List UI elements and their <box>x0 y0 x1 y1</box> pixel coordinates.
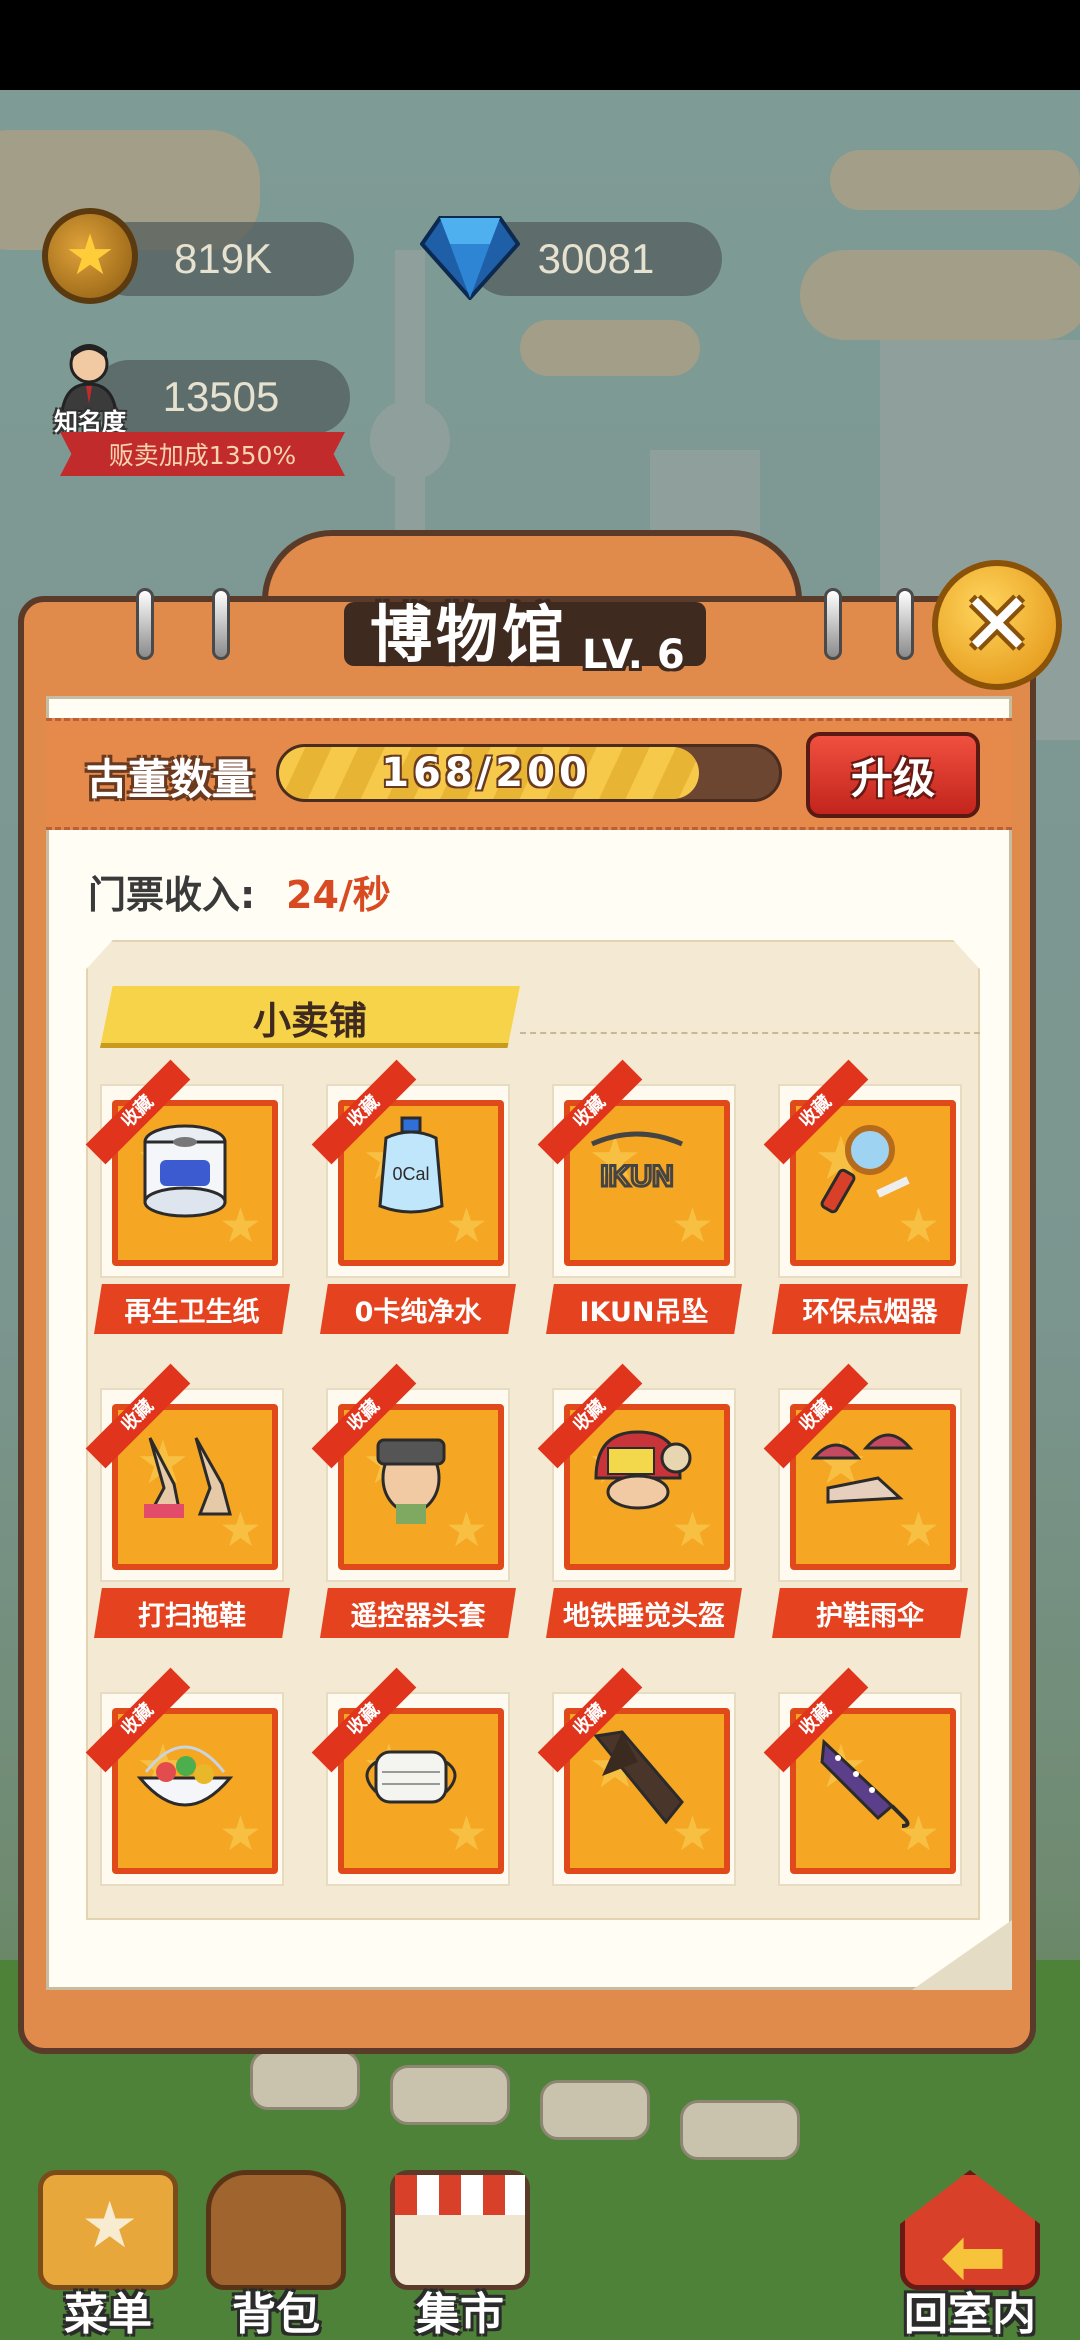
backpack-icon <box>206 2170 346 2290</box>
tie-icon <box>582 1722 692 1832</box>
item-card: 收藏IKUN <box>537 1059 736 1278</box>
path-stone <box>540 2080 650 2140</box>
toilet-paper-icon <box>130 1114 240 1224</box>
cloud <box>800 250 1080 340</box>
item-card: 收藏 <box>763 1059 962 1278</box>
candy-bowl-icon <box>130 1722 240 1832</box>
coin-amount: 819K <box>173 235 273 282</box>
binder-ring <box>136 588 154 660</box>
sales-bonus-ribbon: 贩卖加成1350% <box>60 432 345 476</box>
close-icon: ✕ <box>960 575 1034 675</box>
collection-item[interactable]: 收藏地铁睡觉头盔 <box>537 1363 742 1638</box>
nav-backpack-button[interactable]: 背包 <box>196 2170 356 2340</box>
collection-item[interactable]: 收藏 <box>537 1667 736 1932</box>
water-bottle-icon: 0Cal <box>356 1114 466 1224</box>
dotted-umbrella-icon <box>808 1722 918 1832</box>
binder-ring <box>824 588 842 660</box>
collection-item[interactable]: 收藏再生卫生纸 <box>85 1059 290 1334</box>
item-card: 收藏 <box>311 1667 510 1886</box>
item-name: 打扫拖鞋 <box>94 1588 290 1638</box>
fame-avatar-icon <box>60 344 118 412</box>
mop-slippers-icon <box>130 1418 240 1528</box>
sales-bonus-text: 贩卖加成1350% <box>108 441 297 470</box>
nav-go-indoor-label: 回室内 <box>904 2289 1036 2340</box>
item-name: IKUN吊坠 <box>546 1284 742 1334</box>
status-bar <box>0 0 1080 90</box>
face-mask-icon <box>356 1722 466 1832</box>
cloud <box>520 320 700 376</box>
item-card: 收藏 <box>85 1667 284 1886</box>
star-icon: ★ <box>64 223 116 288</box>
fame-amount: 13505 <box>162 373 280 420</box>
item-name: 环保点烟器 <box>772 1284 968 1334</box>
collection-item[interactable]: 收藏环保点烟器 <box>763 1059 968 1334</box>
divider <box>520 1032 980 1034</box>
panel-level: LV. 6 <box>582 632 685 678</box>
collection-item[interactable]: 收藏遥控器头套 <box>311 1363 516 1638</box>
cloud <box>830 150 1080 210</box>
collection-item[interactable]: 收藏IKUN IKUN吊坠 <box>537 1059 742 1334</box>
item-card: 收藏 <box>537 1667 736 1886</box>
path-stone <box>390 2065 510 2125</box>
ticket-income-label: 门票收入: <box>88 873 256 917</box>
fame-label: 知名度 <box>54 408 126 436</box>
panel-title: 博物馆 <box>370 598 569 671</box>
svg-text:0Cal: 0Cal <box>392 1164 429 1184</box>
item-name: 护鞋雨伞 <box>772 1588 968 1638</box>
antique-progress-text: 168/200 <box>381 750 591 796</box>
subway-sleep-helmet-icon <box>582 1418 692 1528</box>
collection-item[interactable]: 收藏 <box>763 1667 962 1932</box>
path-stone <box>680 2100 800 2160</box>
binder-ring <box>212 588 230 660</box>
remote-headgear-icon <box>356 1418 466 1528</box>
collection-item[interactable]: 收藏护鞋雨伞 <box>763 1363 968 1638</box>
item-card: 收藏 <box>85 1363 284 1582</box>
nav-menu-button[interactable]: ★ 菜单 <box>28 2170 188 2340</box>
collection-item[interactable]: 收藏0Cal 0卡纯净水 <box>311 1059 516 1334</box>
collection-item[interactable]: 收藏 <box>85 1667 284 1932</box>
collection-item[interactable]: 收藏打扫拖鞋 <box>85 1363 290 1638</box>
tv-tower-ball <box>370 400 450 480</box>
antique-count-label: 古董数量 <box>86 755 255 804</box>
fame-counter: 13505 <box>92 360 350 434</box>
nav-go-indoor-button[interactable]: ⬅ 回室内 <box>880 2170 1060 2340</box>
svg-text:IKUN: IKUN <box>600 1160 673 1193</box>
magnifier-lighter-icon <box>808 1114 918 1224</box>
diamond-amount: 30081 <box>537 235 655 282</box>
upgrade-button[interactable]: 升级 <box>806 732 980 818</box>
item-card: 收藏 <box>311 1363 510 1582</box>
item-name: 遥控器头套 <box>320 1588 516 1638</box>
ticket-income-value: 24/秒 <box>286 873 391 917</box>
upgrade-label: 升级 <box>850 753 935 803</box>
collection-item[interactable]: 收藏 <box>311 1667 510 1932</box>
close-button[interactable]: ✕ <box>932 560 1062 690</box>
item-card: 收藏0Cal <box>311 1059 510 1278</box>
coin-icon: ★ <box>42 208 138 304</box>
menu-book-icon: ★ <box>38 2170 178 2290</box>
item-card: 收藏 <box>763 1667 962 1886</box>
item-name: 0卡纯净水 <box>320 1284 516 1334</box>
nav-market-button[interactable]: 集市 <box>380 2170 540 2340</box>
item-card: 收藏 <box>85 1059 284 1278</box>
path-stone <box>250 2050 360 2110</box>
section-title: 小卖铺 <box>252 999 367 1043</box>
shoe-umbrella-icon <box>808 1418 918 1528</box>
market-stall-icon <box>390 2170 530 2290</box>
binder-ring <box>896 588 914 660</box>
item-card: 收藏 <box>537 1363 736 1582</box>
item-name: 地铁睡觉头盔 <box>546 1588 742 1638</box>
nav-backpack-label: 背包 <box>232 2289 320 2340</box>
ikun-pendant-icon: IKUN <box>582 1114 692 1224</box>
nav-market-label: 集市 <box>416 2289 504 2340</box>
item-card: 收藏 <box>763 1363 962 1582</box>
nav-menu-label: 菜单 <box>64 2289 152 2340</box>
diamond-icon <box>420 216 520 300</box>
item-name: 再生卫生纸 <box>94 1284 290 1334</box>
